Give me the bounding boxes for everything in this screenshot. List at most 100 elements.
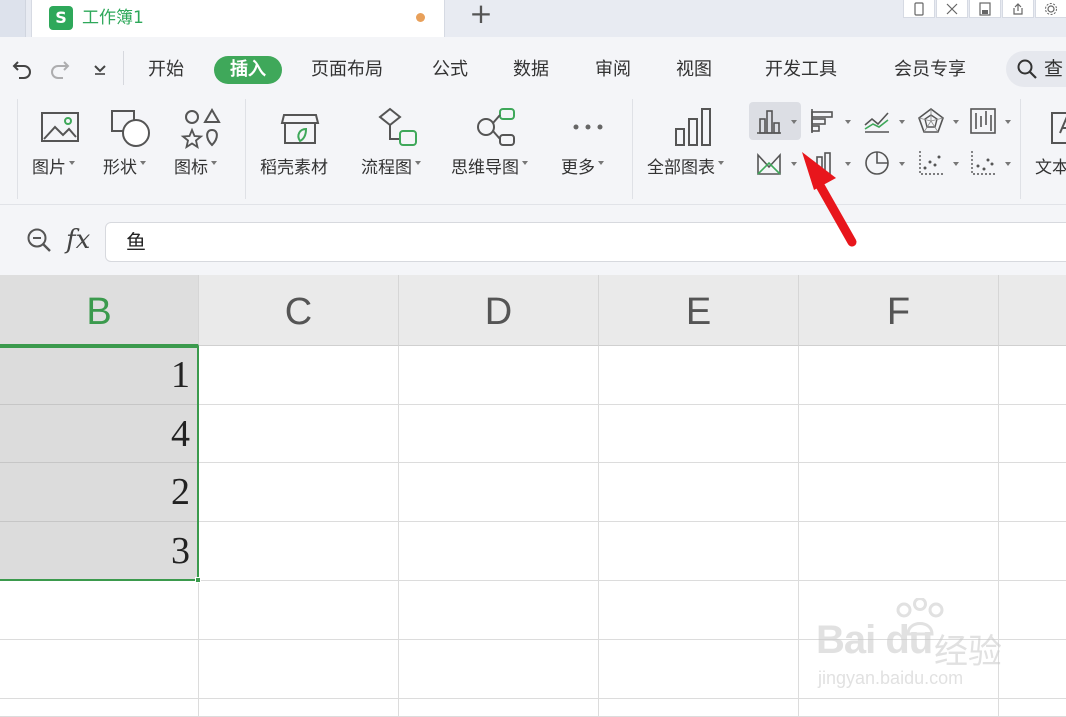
title-bar: S 工作簿1 + [0,0,1066,37]
function-fx-icon[interactable]: fx [66,225,90,255]
settings-icon[interactable] [1035,0,1066,18]
formula-bar: fx 鱼 [0,205,1066,275]
watermark-brand: Bai du [816,618,933,662]
cell[interactable] [399,581,599,640]
bubble-chart-button[interactable] [963,144,1015,182]
stock-chart-button[interactable] [963,102,1015,140]
cell[interactable] [599,640,799,699]
cell[interactable] [599,405,799,463]
shape-button[interactable]: 形状 [100,103,160,195]
separator [245,99,246,199]
phone-icon[interactable] [903,0,935,18]
cell-b3[interactable]: 2 [0,463,199,522]
menu-bar: 开始 插入 页面布局 公式 数据 审阅 视图 开发工具 会员专享 查 [0,37,1066,99]
cell[interactable] [999,522,1066,581]
cell[interactable] [199,522,399,581]
store-icon [280,114,320,144]
watermark-url: jingyan.baidu.com [818,668,964,688]
menu-formulas[interactable]: 公式 [432,56,468,84]
icon-library-button[interactable]: 图标 [172,103,232,195]
menu-review[interactable]: 审阅 [595,56,631,84]
cell[interactable] [0,699,199,717]
docer-assets-button[interactable]: 稻壳素材 [258,103,342,195]
flowchart-button[interactable]: 流程图 [360,103,436,195]
menu-page-layout[interactable]: 页面布局 [311,56,383,84]
cell[interactable] [999,346,1066,405]
cell[interactable] [999,405,1066,463]
cell[interactable] [999,463,1066,522]
menu-insert[interactable]: 插入 [214,56,282,84]
cell-value: 2 [171,471,190,513]
save-icon[interactable] [969,0,1001,18]
menu-member-exclusive[interactable]: 会员专享 [894,56,966,84]
cell[interactable] [999,699,1066,717]
cell-b4[interactable]: 3 [0,522,199,581]
column-header-b[interactable]: B [0,275,199,346]
cell[interactable] [399,463,599,522]
cell[interactable] [799,405,999,463]
quick-access-dropdown-icon[interactable] [90,59,110,79]
cell[interactable] [0,640,199,699]
more-dots-icon [573,124,603,130]
redo-icon[interactable] [48,57,72,81]
share-icon[interactable] [1002,0,1034,18]
dropdown-caret-icon [791,120,797,124]
document-tab[interactable]: S 工作簿1 [31,0,445,37]
cell[interactable] [399,522,599,581]
mindmap-icon [477,108,515,146]
scatter-chart-button[interactable] [911,144,963,182]
dropdown-caret-icon [899,162,905,166]
new-tab-button[interactable]: + [466,0,496,30]
radar-chart-button[interactable] [911,102,963,140]
column-header-d[interactable]: D [399,275,599,346]
column-header-g[interactable] [999,275,1066,346]
undo-icon[interactable] [10,57,34,81]
dropdown-caret-icon [899,120,905,124]
menu-developer-tools[interactable]: 开发工具 [765,56,837,84]
dropdown-caret-icon [598,161,604,165]
more-button[interactable]: 更多 [560,103,616,195]
menu-view[interactable]: 视图 [676,56,712,84]
formula-input[interactable]: 鱼 [105,222,1066,262]
cell[interactable] [199,581,399,640]
shape-label: 形状 [103,158,137,178]
menu-home[interactable]: 开始 [148,56,184,84]
insert-ribbon: 图片 形状 图标 稻壳素材 流程图 思维导图 更多 全部图表 文本 [0,99,1066,205]
fill-handle[interactable] [195,577,201,583]
cell[interactable] [599,522,799,581]
cell[interactable] [199,405,399,463]
column-header-c[interactable]: C [199,275,399,346]
unsaved-indicator-dot [416,13,425,22]
home-tab-stub[interactable] [0,0,26,37]
cell[interactable] [799,463,999,522]
cell[interactable] [399,640,599,699]
cell[interactable] [599,581,799,640]
cell[interactable] [599,463,799,522]
textbox-button[interactable]: 文本 [1032,103,1066,195]
cell[interactable] [199,640,399,699]
search-box[interactable]: 查 [1006,51,1066,87]
cell-b1[interactable]: 1 [0,346,199,405]
zoom-out-icon[interactable] [26,227,52,253]
cell-b2[interactable]: 4 [0,405,199,463]
cell[interactable] [199,346,399,405]
cell[interactable] [399,346,599,405]
all-charts-button[interactable]: 全部图表 [645,103,741,195]
cell[interactable] [0,581,199,640]
cell[interactable] [599,699,799,717]
cell[interactable] [399,405,599,463]
cell[interactable] [599,346,799,405]
column-header-f[interactable]: F [799,275,999,346]
cell[interactable] [799,522,999,581]
mindmap-button[interactable]: 思维导图 [450,103,546,195]
picture-button[interactable]: 图片 [30,103,90,195]
cell[interactable] [399,699,599,717]
cell[interactable] [799,699,999,717]
menu-data[interactable]: 数据 [513,56,549,84]
cell[interactable] [799,346,999,405]
collapse-arrows-icon[interactable] [936,0,968,18]
column-header-e[interactable]: E [599,275,799,346]
cell[interactable] [199,699,399,717]
dropdown-caret-icon [953,120,959,124]
cell[interactable] [199,463,399,522]
